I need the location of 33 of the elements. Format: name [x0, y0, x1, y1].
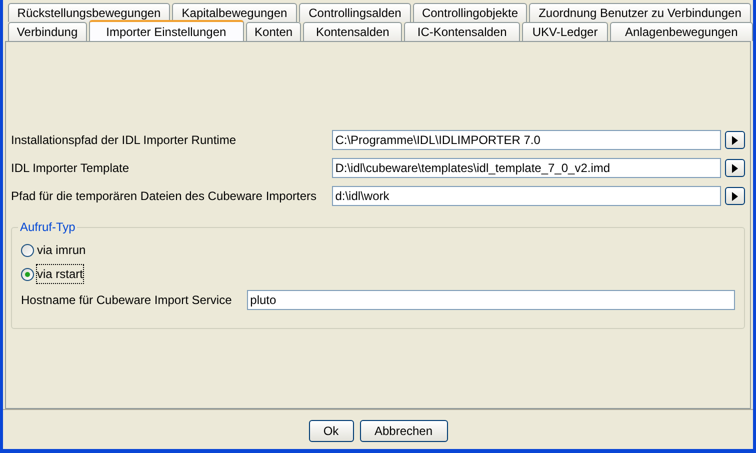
browse-button[interactable] — [725, 131, 745, 149]
path-field[interactable]: d:\idl\work — [332, 186, 722, 206]
field-label: Installationspfad der IDL Importer Runtime — [11, 132, 237, 149]
tab[interactable]: Konten — [246, 22, 302, 41]
radio-option[interactable]: via imrun — [21, 242, 86, 258]
path-field[interactable]: C:\Programme\IDL\IDLIMPORTER 7.0 — [332, 130, 722, 150]
path-field[interactable]: D:\idl\cubeware\templates\idl_template_7_0_v2.imd — [332, 158, 722, 178]
tab[interactable]: Zuordnung Benutzer zu Verbindungen — [529, 3, 751, 22]
field-label: Pfad für die temporären Dateien des Cubeware Importers — [11, 188, 318, 205]
dialog-button[interactable]: Ok — [308, 420, 354, 442]
tab[interactable]: Verbindung — [8, 22, 87, 41]
tab[interactable]: Controllingsalden — [299, 3, 411, 22]
group-title: Aufruf-Typ — [18, 220, 78, 234]
play-icon — [732, 136, 738, 144]
radio-option[interactable]: via rstart — [21, 266, 84, 282]
tab[interactable]: Controllingobjekte — [413, 3, 527, 22]
tab[interactable]: Kapitalbewegungen — [172, 3, 297, 22]
tab[interactable]: Kontensalden — [303, 22, 402, 41]
play-icon — [732, 192, 738, 200]
tab[interactable]: Rückstellungsbewegungen — [8, 3, 170, 22]
tab[interactable]: Importer Einstellungen — [88, 20, 244, 41]
radio-button[interactable] — [21, 244, 34, 256]
field-label: IDL Importer Template — [11, 160, 130, 177]
browse-button[interactable] — [725, 159, 745, 177]
browse-button[interactable] — [725, 187, 745, 205]
tab[interactable]: Anlagenbewegungen — [610, 22, 753, 41]
tab[interactable]: IC-Kontensalden — [404, 22, 520, 41]
dialog-button[interactable]: Abbrechen — [360, 420, 448, 442]
tab[interactable]: UKV-Ledger — [522, 22, 608, 41]
play-icon — [732, 164, 738, 172]
field-label: Hostname für Cubeware Import Service — [21, 292, 233, 309]
hostname-field[interactable]: pluto — [247, 290, 735, 310]
radio-button[interactable] — [21, 268, 34, 280]
